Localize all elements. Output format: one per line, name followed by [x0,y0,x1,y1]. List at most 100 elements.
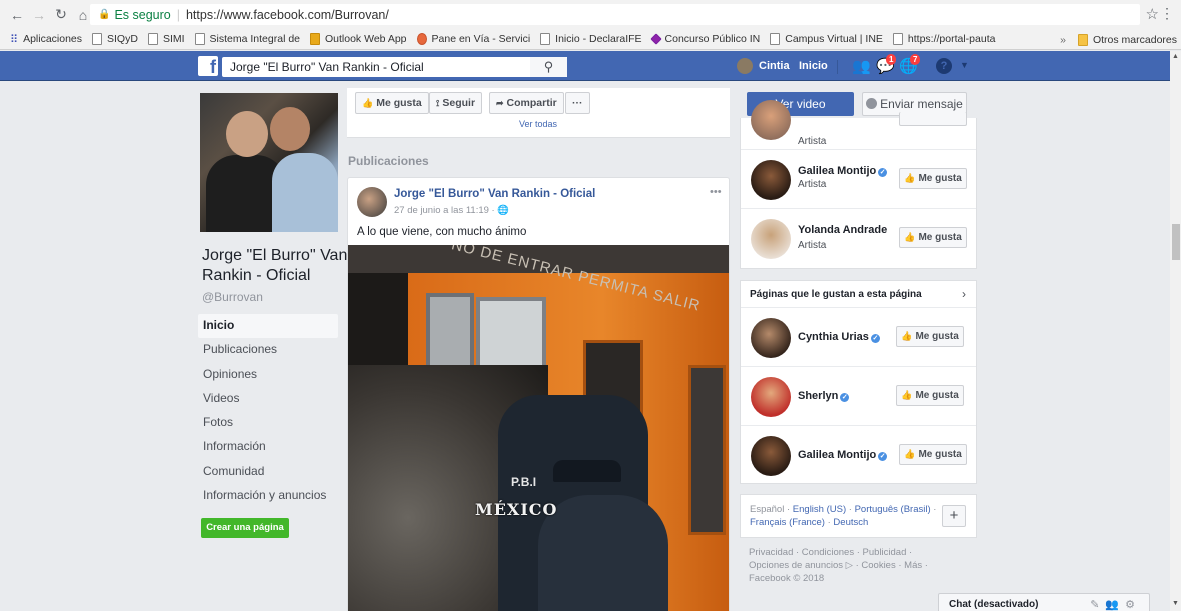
create-page-button[interactable]: Crear una página [201,518,289,538]
back-icon[interactable]: ← [6,7,28,23]
bookmark-item[interactable]: https://portal-pauta [892,33,995,45]
nav-item-inicio[interactable]: Inicio [198,314,338,339]
more-options-button[interactable]: ··· [565,92,590,114]
post-timestamp[interactable]: 27 de junio a las 11:19 · 🌐 [394,205,509,216]
bookmark-star-icon[interactable]: ☆ [1146,5,1159,23]
button-label: Me gusta [918,449,962,460]
like-button[interactable] [899,112,967,126]
post-date: 27 de junio a las 11:19 · [394,205,498,216]
avatar[interactable] [751,160,791,200]
language-link[interactable]: English (US) [793,504,846,515]
language-link[interactable]: Português (Brasil) [855,504,931,515]
footer-line[interactable]: Privacidad · Condiciones · Publicidad · [749,546,969,559]
post-text: A lo que viene, con mucho ánimo [357,226,527,238]
profile-photo-shape [272,153,338,232]
compose-icon[interactable]: ✎ [1090,599,1105,611]
bookmark-item[interactable]: Campus Virtual | INE [770,33,883,45]
page-icon [892,33,903,45]
page-name-link[interactable]: Yolanda Andrade [798,224,887,236]
page-name-link[interactable]: Sherlyn ✓ [798,390,850,402]
friend-requests-icon[interactable]: 👥 [852,57,871,75]
reload-icon[interactable]: ↻ [50,6,72,23]
page-name-link[interactable]: Cynthia Urias ✓ [798,331,880,343]
page-name-link[interactable]: Galilea Montijo ✓ [798,449,888,461]
search-input[interactable] [222,57,567,77]
address-bar[interactable]: 🔒 Es seguro | https://www.facebook.com/B… [90,4,1140,25]
chat-bar[interactable]: Chat (desactivado) ✎👥⚙ [938,593,1150,611]
post-options-icon[interactable]: ••• [710,186,722,198]
bookmark-item[interactable]: Sistema Integral de [194,33,300,45]
post-author-link[interactable]: Jorge "El Burro" Van Rankin - Oficial [394,188,595,200]
bookmark-item[interactable]: Concurso Público IN [649,33,760,45]
help-icon[interactable]: ? [936,58,952,74]
like-button[interactable]: 👍 Me gusta [899,168,967,189]
other-bookmarks[interactable]: Otros marcadores [1077,33,1177,46]
home-link[interactable]: Inicio [799,60,828,72]
page-name-link[interactable]: Galilea Montijo ✓ [798,165,888,177]
page-icon [194,33,205,45]
see-all-link[interactable]: Ver todas [519,119,557,129]
notifications-badge: 7 [910,54,921,65]
avatar[interactable] [751,436,791,476]
nav-item-videos[interactable]: Videos [198,387,338,411]
scrollbar-thumb[interactable] [1172,224,1180,260]
group-icon[interactable]: 👥 [1105,599,1125,611]
photo-vest-text: MÉXICO [475,500,558,519]
like-page-button[interactable]: 👍 Me gusta [355,92,429,114]
browser-menu-icon[interactable]: ⋮ [1160,5,1174,22]
avatar[interactable] [751,100,791,140]
avatar[interactable] [751,318,791,358]
page-icon [770,33,781,45]
post-photo[interactable]: NO DE ENTRAR PERMITA SALIR P.B.I MÉXICO [348,245,729,611]
account-menu-icon[interactable]: ▼ [960,60,969,70]
like-button[interactable]: 👍 Me gusta [896,326,964,347]
nav-item-opiniones[interactable]: Opiniones [198,363,338,387]
avatar[interactable] [751,219,791,259]
like-button[interactable]: 👍 Me gusta [899,227,967,248]
like-button[interactable]: 👍 Me gusta [899,444,967,465]
nav-item-info-anuncios[interactable]: Información y anuncios [198,484,338,508]
gear-icon[interactable]: ⚙ [1125,599,1141,611]
page-handle[interactable]: @Burrovan [202,290,263,304]
bookmark-label: SIQyD [107,33,138,45]
scroll-down-icon[interactable]: ▼ [1172,600,1179,607]
scrollbar[interactable] [1170,51,1181,611]
follow-button[interactable]: ⟟ Seguir [429,92,483,114]
facebook-logo-icon[interactable]: f [198,56,218,77]
bookmark-item[interactable]: Inicio - DeclaraIFE [540,33,642,45]
search-icon[interactable]: ⚲ [530,57,567,77]
browser-toolbar: ← → ↻ ⌂ 🔒 Es seguro | https://www.facebo… [0,0,1181,29]
globe-icon: 🌐 [497,205,510,216]
bookmark-apps[interactable]: ⠿ Aplicaciones [10,33,82,46]
bookmark-item[interactable]: SIQyD [92,33,138,45]
forward-icon[interactable]: → [28,7,50,23]
chat-icons: ✎👥⚙ [1090,594,1141,611]
photo-police [538,495,668,611]
profile-picture[interactable] [200,93,338,232]
nav-item-fotos[interactable]: Fotos [198,411,338,435]
liked-pages-header[interactable]: Páginas que le gustan a esta página › [741,281,976,308]
button-label: Seguir [442,97,476,109]
page-icon [540,33,551,45]
avatar[interactable] [357,187,387,217]
bookmark-item[interactable]: SIMI [147,33,185,45]
like-button[interactable]: 👍 Me gusta [896,385,964,406]
more-languages-button[interactable]: + [942,505,966,527]
bookmark-item[interactable]: Pane en Vía - Servici [416,33,530,45]
profile-link[interactable]: Cintia [737,58,790,74]
language-link[interactable]: Deutsch [833,517,868,528]
nav-item-informacion[interactable]: Información [198,435,338,459]
page-category: Artista [798,240,827,251]
nav-item-comunidad[interactable]: Comunidad [198,460,338,484]
more-bookmarks-button[interactable]: » [1060,34,1066,46]
share-button[interactable]: ➦ Compartir [489,92,564,114]
nav-item-publicaciones[interactable]: Publicaciones [198,338,338,362]
chat-label: Chat (desactivado) [949,599,1039,610]
page-icon [92,33,103,45]
scroll-up-icon[interactable]: ▲ [1172,53,1179,60]
footer-line[interactable]: Opciones de anuncios ▷ · Cookies · Más · [749,559,969,572]
bookmark-item[interactable]: Outlook Web App [310,33,407,45]
language-link[interactable]: Français (France) [750,517,825,528]
avatar[interactable] [751,377,791,417]
messenger-icon [866,98,878,109]
